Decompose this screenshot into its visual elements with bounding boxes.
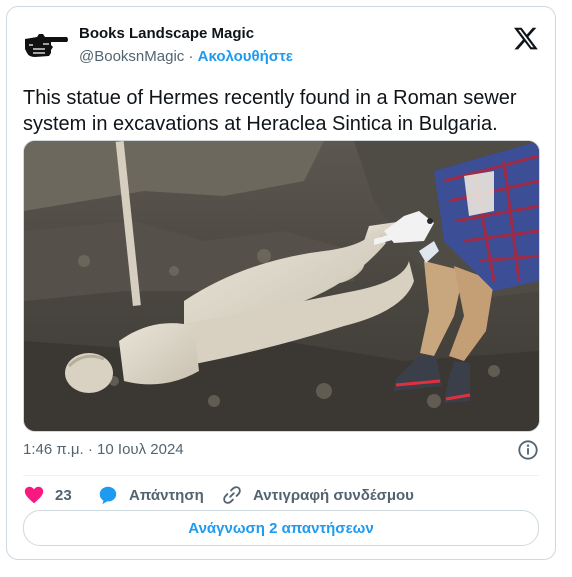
tweet-text: This statue of Hermes recently found in … (23, 87, 517, 135)
author-handle[interactable]: @BooksnMagic (79, 48, 184, 65)
tweet-embed-card: Books Landscape Magic @BooksnMagic · Ακο… (6, 6, 556, 560)
follow-button[interactable]: Ακολουθήστε (198, 48, 293, 65)
pointing-hand-icon (25, 34, 68, 57)
statue-photo (24, 141, 539, 431)
info-icon[interactable] (517, 439, 539, 461)
reply-bubble-icon (99, 486, 117, 505)
like-button[interactable]: 23 (23, 481, 72, 509)
x-logo-icon[interactable] (513, 25, 539, 51)
divider (23, 475, 539, 476)
author-display-name[interactable]: Books Landscape Magic (79, 25, 254, 42)
tweet-date: 10 Ιουλ 2024 (97, 441, 184, 458)
reply-button[interactable]: Απάντηση (97, 481, 204, 509)
link-icon (223, 486, 241, 504)
read-replies-button[interactable]: Ανάγνωση 2 απαντήσεων (23, 510, 539, 546)
reply-label: Απάντηση (129, 486, 204, 504)
handle-separator: · (184, 48, 198, 65)
author-subline: @BooksnMagic · Ακολουθήστε (79, 48, 293, 65)
tweet-timestamp[interactable]: 1:46 π.μ. · 10 Ιουλ 2024 (23, 441, 184, 458)
copy-link-button[interactable]: Αντιγραφή συνδέσμου (221, 481, 414, 509)
tweet-header: Books Landscape Magic @BooksnMagic · Ακο… (23, 21, 539, 67)
avatar[interactable] (23, 25, 69, 65)
copy-link-label: Αντιγραφή συνδέσμου (253, 486, 414, 504)
tweet-time: 1:46 π.μ. (23, 441, 84, 458)
tweet-photo[interactable] (23, 140, 540, 432)
heart-icon (24, 486, 44, 504)
like-count: 23 (55, 486, 72, 504)
timestamp-separator: · (83, 441, 98, 458)
tweet-actions: 23 Απάντηση Αντιγραφή συνδέσμου (23, 481, 539, 509)
